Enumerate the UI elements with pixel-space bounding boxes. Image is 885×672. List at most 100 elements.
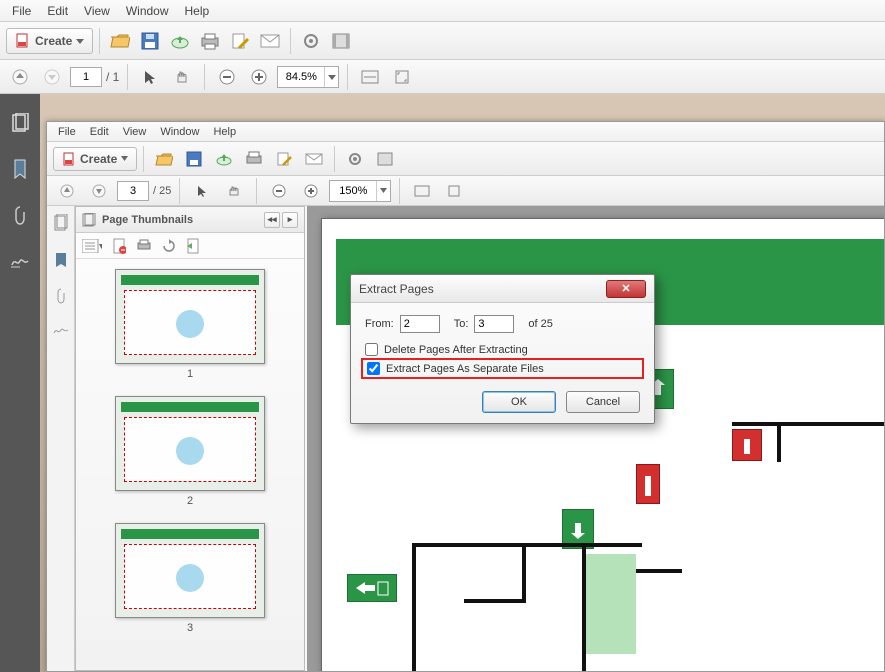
multimedia-button[interactable] — [327, 27, 355, 55]
settings-button[interactable] — [297, 27, 325, 55]
open-button[interactable] — [106, 27, 134, 55]
inner-attach-tab[interactable] — [55, 288, 67, 304]
thumbs-extract-button[interactable] — [186, 238, 200, 254]
inner-menu-bar: File Edit View Window Help — [47, 122, 884, 142]
menu-help[interactable]: Help — [177, 2, 218, 20]
fit-page-button[interactable] — [388, 63, 416, 91]
select-tool[interactable] — [136, 63, 164, 91]
cursor-icon — [142, 69, 158, 85]
inner-zoom-in-button[interactable] — [297, 177, 325, 205]
thumbs-print-button[interactable] — [136, 239, 152, 253]
inner-sign-tab[interactable] — [53, 324, 69, 336]
thumbnail-item[interactable]: 3 — [115, 523, 265, 634]
inner-settings-button[interactable] — [341, 145, 369, 173]
inner-mail-button[interactable] — [300, 145, 328, 173]
menu-file[interactable]: File — [4, 2, 39, 20]
inner-edit-button[interactable] — [270, 145, 298, 173]
outer-menu-bar: File Edit View Window Help — [0, 0, 885, 22]
thumbs-close-button[interactable]: ▸ — [282, 212, 298, 228]
thumbnail-item[interactable]: 2 — [115, 396, 265, 507]
zoom-in-button[interactable] — [245, 63, 273, 91]
inner-print-button[interactable] — [240, 145, 268, 173]
attachments-panel-icon[interactable] — [9, 204, 31, 226]
bookmarks-panel-icon[interactable] — [9, 158, 31, 180]
print-button[interactable] — [196, 27, 224, 55]
cancel-button[interactable]: Cancel — [566, 391, 640, 413]
inner-zoom-out-button[interactable] — [265, 177, 293, 205]
dialog-close-button[interactable]: ✕ — [606, 280, 646, 298]
hand-tool[interactable] — [168, 63, 196, 91]
fit-page-icon — [447, 184, 461, 198]
ok-button[interactable]: OK — [482, 391, 556, 413]
save-button[interactable] — [136, 27, 164, 55]
thumbs-options-button[interactable] — [82, 239, 102, 253]
inner-zoom-value[interactable] — [330, 185, 376, 197]
highlighted-zone — [586, 554, 636, 654]
inner-bookmarks-tab[interactable] — [55, 252, 67, 268]
inner-fit-width-button[interactable] — [408, 177, 436, 205]
mail-button[interactable] — [256, 27, 284, 55]
inner-open-button[interactable] — [150, 145, 178, 173]
outer-nav-toolbar: / 1 — [0, 60, 885, 94]
inner-menu-help[interactable]: Help — [206, 125, 243, 139]
inner-zoom-select[interactable] — [329, 180, 391, 202]
pages-panel-icon[interactable] — [9, 112, 31, 134]
menu-view[interactable]: View — [76, 2, 118, 20]
inner-page-up-button[interactable] — [53, 177, 81, 205]
inner-hand-tool[interactable] — [220, 177, 248, 205]
zoom-dropdown-icon[interactable] — [324, 67, 338, 87]
thumbs-delete-button[interactable] — [112, 238, 126, 254]
film-icon — [377, 152, 393, 166]
inner-fit-page-button[interactable] — [440, 177, 468, 205]
to-input[interactable] — [474, 315, 514, 333]
inner-page-number-input[interactable] — [117, 181, 149, 201]
from-input[interactable] — [400, 315, 440, 333]
page-number-input[interactable] — [70, 67, 102, 87]
page-total: / 1 — [106, 70, 119, 84]
inner-save-button[interactable] — [180, 145, 208, 173]
inner-nav-toolbar: / 25 — [47, 176, 884, 206]
create-button[interactable]: Create — [6, 28, 93, 54]
create-pdf-icon — [15, 33, 31, 49]
menu-window[interactable]: Window — [118, 2, 177, 20]
printer-icon — [200, 32, 220, 50]
inner-toolbar: Create — [47, 142, 884, 176]
thumbs-collapse-button[interactable]: ◂◂ — [264, 212, 280, 228]
inner-select-tool[interactable] — [188, 177, 216, 205]
separate-files-checkbox[interactable] — [367, 362, 380, 375]
gear-icon — [302, 32, 320, 50]
inner-menu-edit[interactable]: Edit — [83, 125, 116, 139]
extract-pages-dialog: Extract Pages ✕ From: To: of 25 Delete P… — [350, 274, 655, 424]
delete-after-checkbox[interactable] — [365, 343, 378, 356]
inner-create-button[interactable]: Create — [53, 147, 137, 171]
inner-menu-file[interactable]: File — [51, 125, 83, 139]
arrow-down-icon — [92, 184, 106, 198]
inner-nav-strip — [47, 206, 75, 671]
signatures-panel-icon[interactable] — [9, 250, 31, 272]
fire-extinguisher-icon — [732, 429, 762, 461]
edit-button[interactable] — [226, 27, 254, 55]
chevron-down-icon — [121, 155, 128, 162]
dialog-titlebar[interactable]: Extract Pages ✕ — [351, 275, 654, 303]
inner-page-down-button[interactable] — [85, 177, 113, 205]
floppy-icon — [186, 151, 202, 167]
fit-width-button[interactable] — [356, 63, 384, 91]
page-up-button[interactable] — [6, 63, 34, 91]
thumbnail-label: 2 — [115, 495, 265, 507]
inner-thumbs-tab[interactable] — [53, 214, 69, 232]
chevron-down-icon[interactable] — [376, 181, 390, 201]
inner-menu-window[interactable]: Window — [153, 125, 206, 139]
zoom-value[interactable] — [278, 71, 324, 83]
printer-icon — [245, 151, 263, 167]
inner-cloud-button[interactable] — [210, 145, 238, 173]
cloud-button[interactable] — [166, 27, 194, 55]
inner-menu-view[interactable]: View — [116, 125, 154, 139]
thumbnail-item[interactable]: 1 — [115, 269, 265, 380]
fit-width-icon — [414, 185, 430, 197]
zoom-select[interactable] — [277, 66, 339, 88]
inner-multimedia-button[interactable] — [371, 145, 399, 173]
zoom-out-button[interactable] — [213, 63, 241, 91]
thumbs-rotate-button[interactable] — [162, 239, 176, 253]
page-down-button[interactable] — [38, 63, 66, 91]
menu-edit[interactable]: Edit — [39, 2, 76, 20]
